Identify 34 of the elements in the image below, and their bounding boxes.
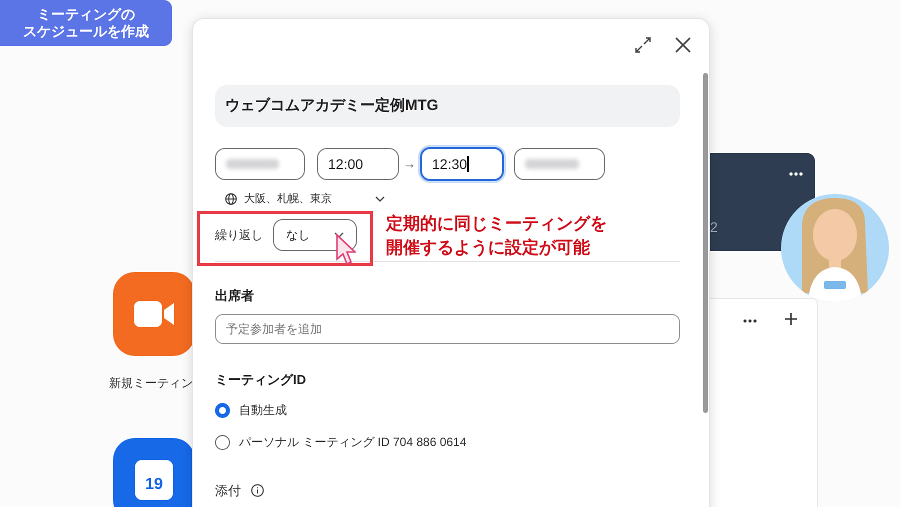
attendees-label: 出席者	[215, 287, 255, 305]
card-text: 2	[710, 218, 718, 237]
more-icon[interactable]	[743, 319, 757, 323]
info-icon[interactable]	[251, 484, 264, 498]
calendar-icon: 19	[135, 460, 173, 500]
badge-text: スケジュールを作成	[23, 23, 149, 40]
chevron-down-icon	[375, 196, 385, 202]
video-camera-icon	[134, 301, 174, 327]
radio-option[interactable]: パーソナル ミーティング ID 704 886 0614	[215, 433, 466, 451]
annotation-text: 開催するように設定が可能	[386, 237, 591, 259]
title-field[interactable]: ウェブコムアカデミー定例MTG	[215, 85, 680, 127]
attachment-label: 添付	[215, 482, 241, 500]
close-icon[interactable]	[675, 37, 691, 53]
arrow-text: →	[403, 155, 416, 174]
timezone-dropdown[interactable]: 大阪、札幌、東京	[225, 190, 385, 208]
scrollbar[interactable]	[703, 73, 708, 413]
badge-text: ミーティングの	[37, 6, 135, 23]
more-icon[interactable]	[789, 172, 803, 176]
expand-icon[interactable]	[635, 37, 651, 53]
attendees-field[interactable]: 予定参加者を追加	[215, 314, 680, 344]
date-field[interactable]	[514, 148, 605, 180]
start-time-field[interactable]: 12:00	[317, 148, 399, 180]
app-tile[interactable]: 19	[113, 438, 195, 507]
date-field[interactable]	[215, 148, 305, 180]
tile-label: 新規ミーティン	[109, 375, 193, 392]
repeat-label: 繰り返し	[215, 227, 263, 244]
plus-icon[interactable]	[785, 313, 797, 325]
annotation-text: 定期的に同じミーティングを	[386, 213, 607, 235]
radio-option[interactable]: 自動生成	[215, 401, 287, 419]
chevron-down-icon	[334, 232, 344, 238]
end-time-field[interactable]: 12:30	[420, 147, 504, 181]
globe-icon	[225, 193, 237, 205]
meeting-id-label: ミーティングID	[215, 370, 307, 388]
app-tile[interactable]	[113, 272, 195, 356]
